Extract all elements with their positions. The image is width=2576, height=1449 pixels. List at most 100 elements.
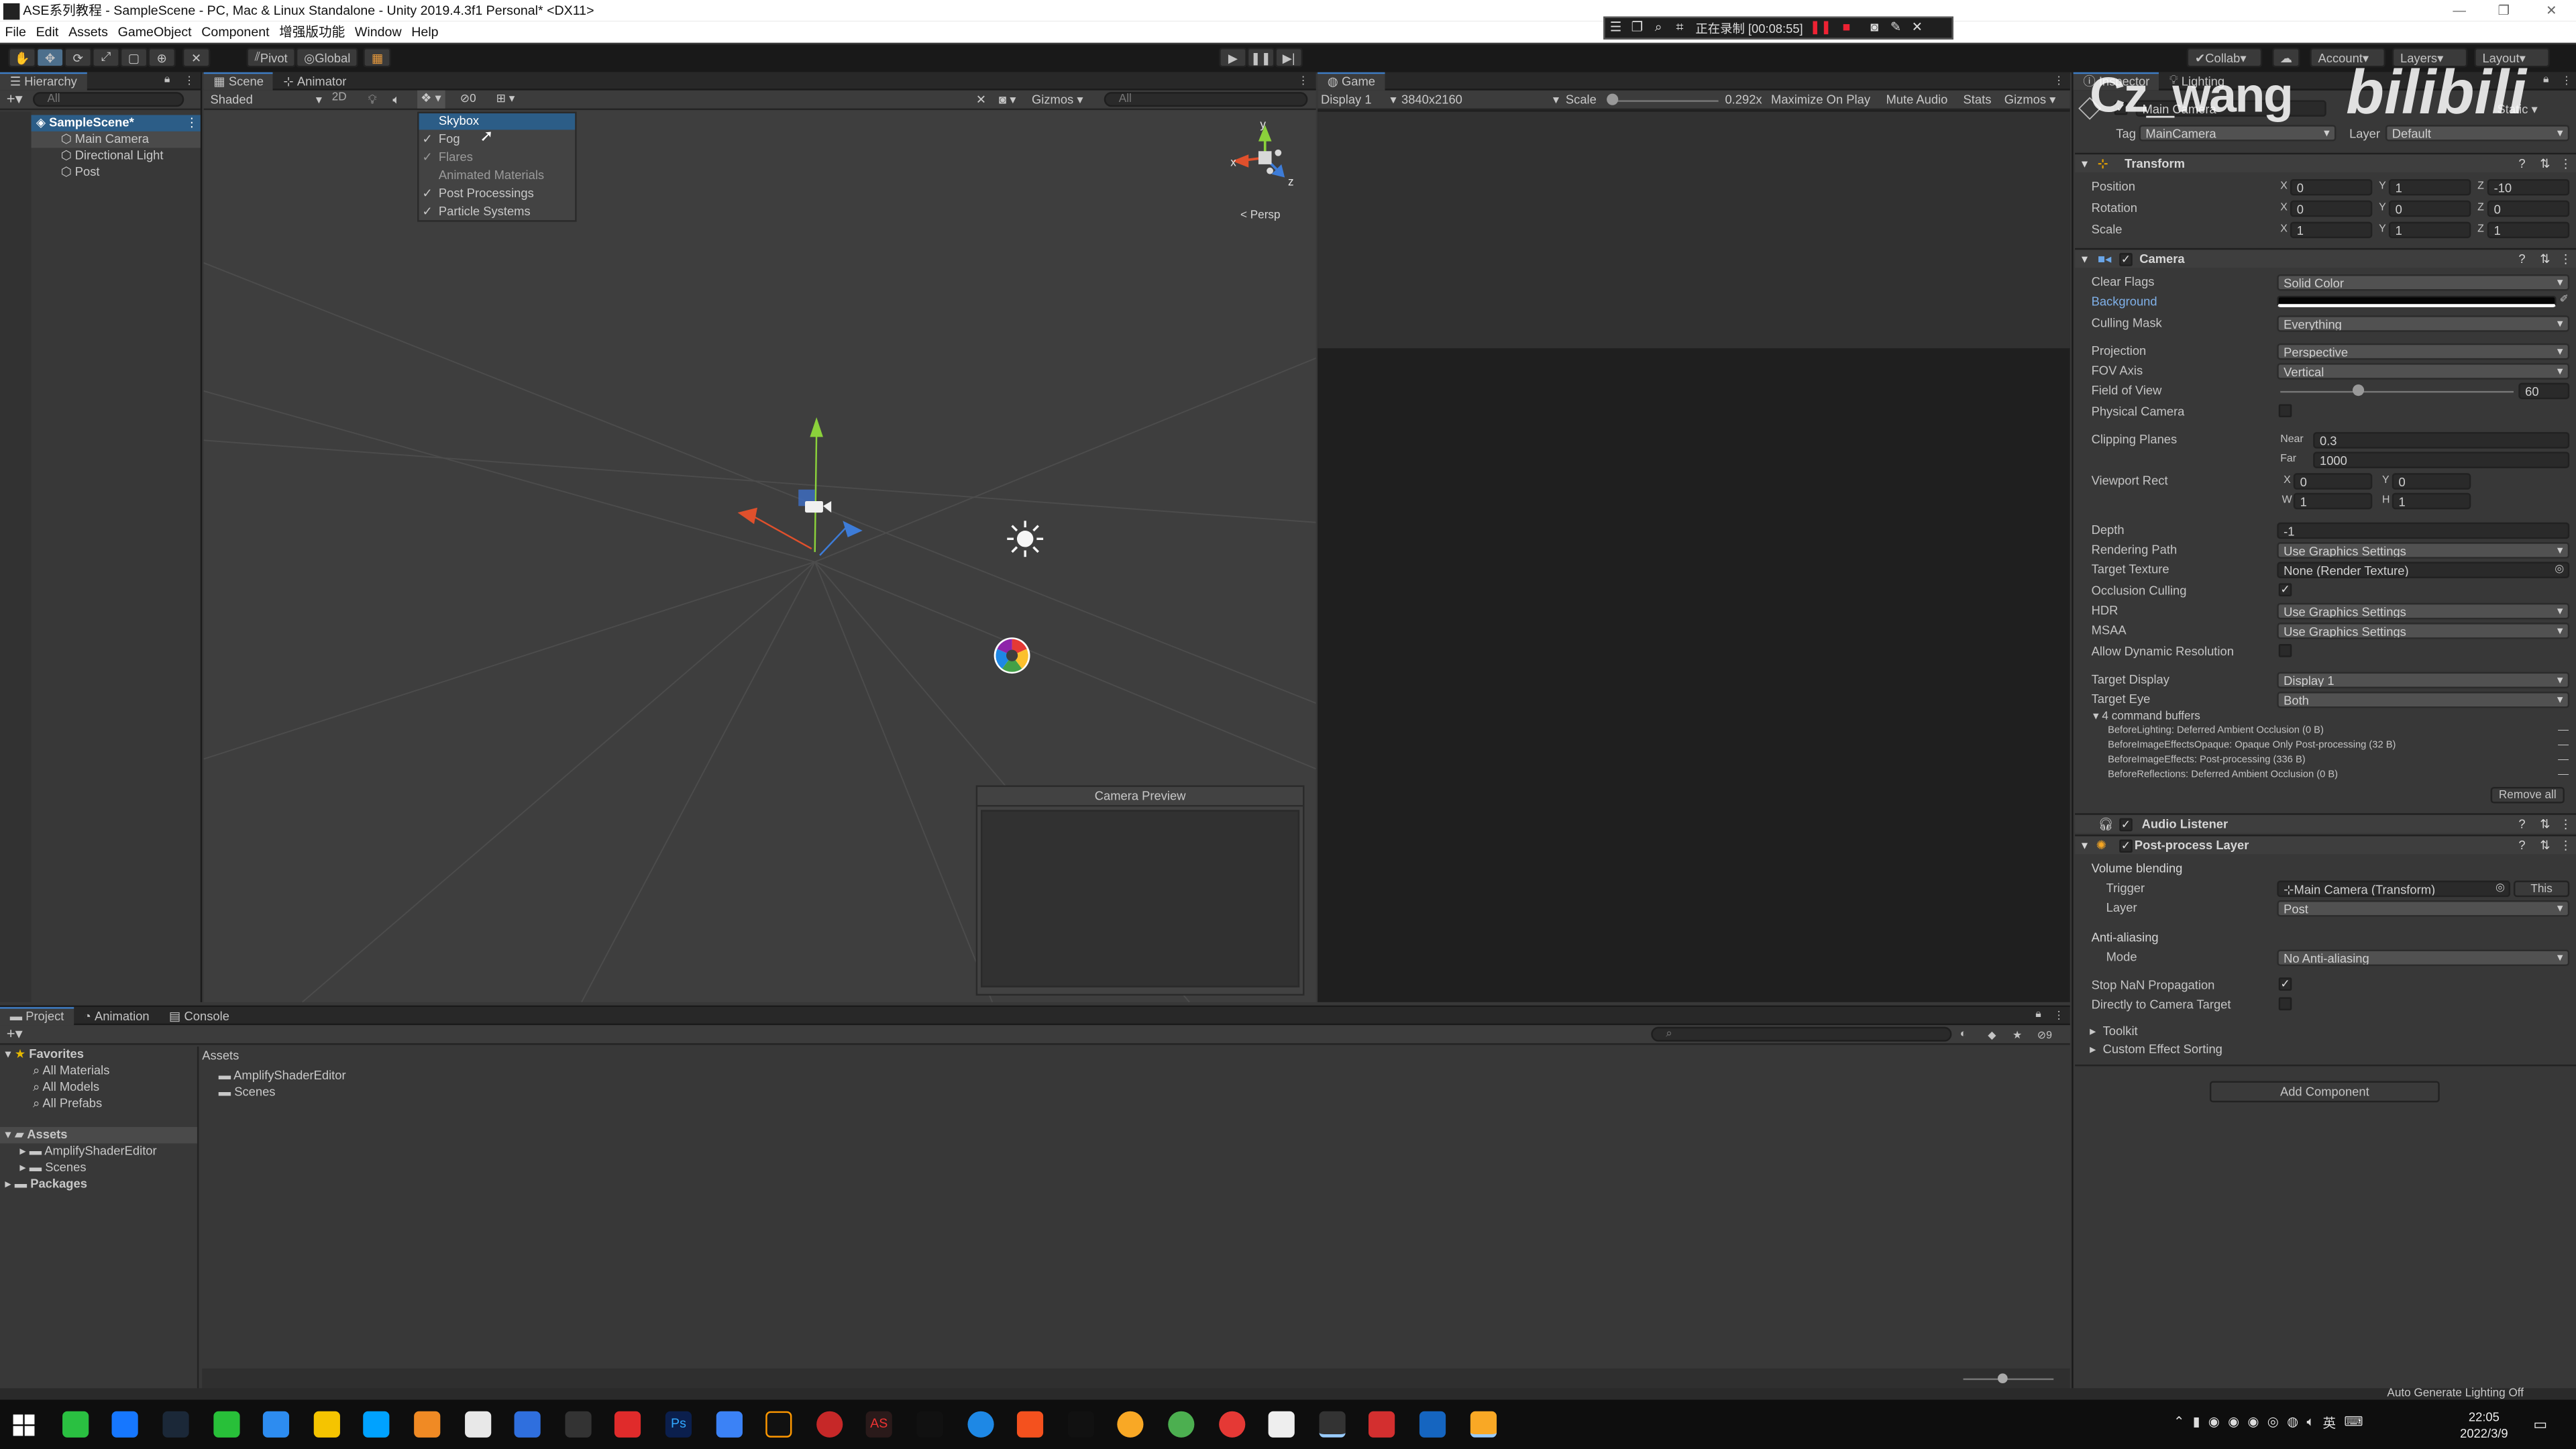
app-blue-icon[interactable]	[1419, 1411, 1446, 1438]
menu-edit[interactable]: Edit	[36, 25, 59, 40]
resolution-dropdown[interactable]: 3840x2160 ▾	[1401, 92, 1559, 107]
panel-menu-icon[interactable]: ⋮	[2053, 1009, 2064, 1022]
custom-tool-icon[interactable]: ✕	[182, 48, 211, 68]
rotation-y-field[interactable]: 0	[2388, 200, 2471, 217]
remove-buffer-icon[interactable]: —	[2558, 724, 2569, 736]
fov-slider-track[interactable]	[2280, 390, 2514, 393]
component-menu-icon[interactable]: ⋮	[2560, 815, 2572, 835]
stats-toggle[interactable]: Stats	[1964, 92, 1992, 107]
project-breadcrumb[interactable]: Assets	[202, 1048, 239, 1063]
scale-slider[interactable]	[1610, 100, 1719, 102]
panel-menu-icon[interactable]: ⋮	[1298, 74, 1309, 87]
toggle-2d[interactable]: 2D	[332, 92, 347, 103]
window-icon[interactable]: ❐	[1628, 19, 1646, 36]
background-color-field[interactable]	[2277, 295, 2557, 307]
remove-all-button[interactable]: Remove all	[2490, 787, 2565, 804]
direct-to-camera-checkbox[interactable]	[2278, 997, 2292, 1011]
explorer-icon[interactable]	[262, 1411, 290, 1438]
hidden-packages-count[interactable]: ⊘9	[2037, 1028, 2052, 1042]
menu-enhanced[interactable]: 增强版功能	[279, 23, 345, 41]
component-menu-icon[interactable]: ⋮	[2560, 837, 2572, 856]
display-dropdown[interactable]: Display 1 ▾	[1321, 92, 1397, 107]
app-red-icon[interactable]	[614, 1411, 641, 1438]
input-method-label[interactable]: 英	[2323, 1415, 2337, 1438]
player-icon[interactable]	[363, 1411, 390, 1438]
trigger-field[interactable]: ⊹Main Camera (Transform)	[2277, 880, 2511, 898]
stop-record-icon[interactable]: ■	[1837, 19, 1856, 36]
wps-icon[interactable]	[1368, 1411, 1395, 1438]
rotation-z-field[interactable]: 0	[2487, 200, 2570, 217]
panel-menu-icon[interactable]: ⋮	[2561, 74, 2572, 87]
add-icon[interactable]: +▾	[7, 91, 23, 109]
tab-project[interactable]: ▬ Project	[0, 1006, 74, 1024]
search-by-label-icon[interactable]: ◆	[1988, 1028, 1996, 1042]
tag-dropdown[interactable]: MainCamera	[2139, 125, 2337, 142]
rotate-tool-icon[interactable]: ⟳	[64, 48, 93, 68]
file-amplify-shader-editor[interactable]: ▬ AmplifyShaderEditor	[219, 1068, 346, 1084]
help-icon[interactable]: ?	[2518, 250, 2525, 269]
tray-app-icon[interactable]: ◉	[2228, 1415, 2239, 1438]
transform-header[interactable]: ▾ ⊹ Transform ? ⇅ ⋮	[2075, 152, 2576, 173]
close-recorder-icon[interactable]: ✕	[1908, 19, 1926, 36]
preset-icon[interactable]: ⇅	[2540, 250, 2550, 269]
menu-window[interactable]: Window	[355, 25, 402, 40]
play-button[interactable]: ▶	[1219, 48, 1247, 68]
tab-console[interactable]: ▤ Console	[159, 1006, 239, 1024]
shading-dropdown[interactable]: Shaded ▾	[207, 92, 325, 108]
scale-z-field[interactable]: 1	[2487, 221, 2570, 239]
region-icon[interactable]: ⌗	[1671, 19, 1689, 36]
remove-buffer-icon[interactable]: —	[2558, 739, 2569, 751]
move-tool-icon[interactable]: ✥	[36, 48, 64, 68]
scale-y-field[interactable]: 1	[2388, 221, 2471, 239]
position-y-field[interactable]: 1	[2388, 178, 2471, 196]
favorite-icon[interactable]: ★	[2012, 1028, 2022, 1042]
search-app-icon[interactable]	[1117, 1411, 1144, 1438]
target-eye-dropdown[interactable]: Both	[2277, 692, 2570, 708]
favorites-folder[interactable]: ▾ ★ Favorites	[0, 1046, 197, 1063]
global-toggle[interactable]: ◎ Global	[295, 48, 359, 68]
packages-folder[interactable]: ▸ ▬ Packages	[0, 1176, 197, 1192]
command-buffers-foldout[interactable]: ▾ 4 command buffers	[2093, 710, 2200, 722]
tree-folder-amplify[interactable]: ▸ ▬ AmplifyShaderEditor	[0, 1144, 197, 1160]
menu-component[interactable]: Component	[201, 25, 269, 40]
effects-menu-item-flares[interactable]: ✓ Flares	[419, 148, 575, 166]
scissors-icon[interactable]	[916, 1411, 943, 1438]
scale-x-field[interactable]: 1	[2290, 221, 2373, 239]
effects-menu-item-animated-materials[interactable]: Animated Materials	[419, 166, 575, 184]
collab-dropdown[interactable]: ✔ Collab ▾	[2186, 48, 2263, 68]
close-icon[interactable]: ✕	[2530, 0, 2573, 21]
tab-scene[interactable]: ▦ Scene	[203, 71, 274, 90]
audio-listener-header[interactable]: 🎧︎ ✓ Audio Listener ? ⇅ ⋮	[2075, 813, 2576, 833]
effects-menu-item-particle-systems[interactable]: ✓ Particle Systems	[419, 202, 575, 220]
scene-menu-icon[interactable]: ⋮	[186, 115, 198, 131]
toolkit-foldout[interactable]: ▸ Toolkit	[2090, 1024, 2566, 1038]
remove-buffer-icon[interactable]: —	[2558, 769, 2569, 780]
add-component-button[interactable]: Add Component	[2209, 1081, 2440, 1103]
editor-icon[interactable]	[716, 1411, 743, 1438]
audio-listener-checkbox[interactable]: ✓	[2119, 818, 2133, 832]
eyedropper-icon[interactable]: ✐	[2560, 292, 2569, 305]
snap-icon[interactable]: ▦	[363, 48, 392, 68]
lock-icon[interactable]: 🔒︎	[2035, 1009, 2041, 1022]
hdr-dropdown[interactable]: Use Graphics Settings	[2277, 602, 2570, 620]
rendering-path-dropdown[interactable]: Use Graphics Settings	[2277, 542, 2570, 559]
favorite-all-prefabs[interactable]: ⌕ All Prefabs	[0, 1095, 197, 1112]
tray-app-icon[interactable]: ▮	[2193, 1415, 2200, 1438]
minimize-icon[interactable]: —	[2438, 0, 2481, 21]
pause-button[interactable]: ❚❚	[1246, 48, 1275, 68]
menu-assets[interactable]: Assets	[68, 25, 108, 40]
target-texture-field[interactable]: None (Render Texture)	[2277, 561, 2570, 579]
wechat-icon[interactable]	[62, 1411, 89, 1438]
hand-tool-icon[interactable]: ✋	[8, 48, 36, 68]
camera-header[interactable]: ▾ ■◂ ✓ Camera ? ⇅ ⋮	[2075, 248, 2576, 268]
assets-folder[interactable]: ▾ ▰ Assets	[0, 1127, 197, 1144]
post-layer-checkbox[interactable]: ✓	[2119, 839, 2133, 853]
pivot-toggle[interactable]: ⫽ Pivot	[246, 48, 296, 68]
tab-animation[interactable]: ◔ Animation	[74, 1006, 159, 1024]
favorite-all-materials[interactable]: ⌕ All Materials	[0, 1063, 197, 1079]
photoshop-icon[interactable]: Ps	[665, 1411, 692, 1438]
create-icon[interactable]: +▾	[7, 1025, 23, 1043]
netease-music-icon[interactable]	[1219, 1411, 1246, 1438]
near-field[interactable]: 0.3	[2313, 432, 2570, 449]
position-x-field[interactable]: 0	[2290, 178, 2373, 196]
